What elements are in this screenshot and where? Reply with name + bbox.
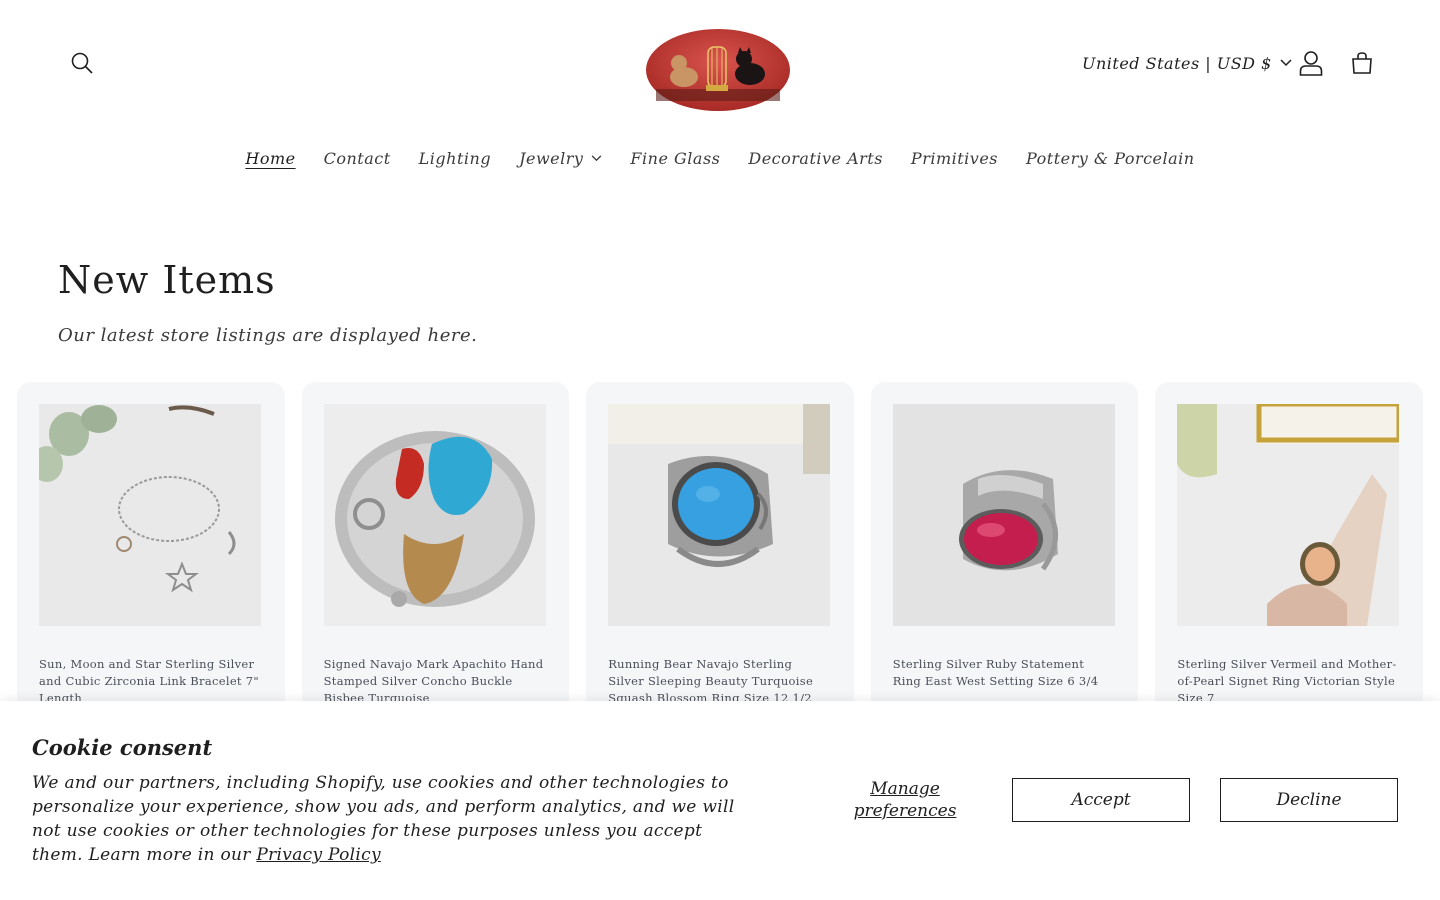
product-image[interactable] <box>323 404 546 626</box>
manage-preferences-link[interactable]: Manage preferences <box>850 778 960 822</box>
nav-item-fine-glass[interactable]: Fine Glass <box>616 149 734 168</box>
decline-button[interactable]: Decline <box>1220 778 1398 822</box>
product-title[interactable]: Sterling Silver Vermeil and Mother-of-Pe… <box>1177 656 1401 707</box>
product-title[interactable]: Signed Navajo Mark Apachito Hand Stamped… <box>324 656 548 707</box>
product-title[interactable]: Sterling Silver Ruby Statement Ring East… <box>893 656 1117 690</box>
country-selector[interactable]: United States | USD $ <box>1082 46 1292 80</box>
product-title[interactable]: Sun, Moon and Star Sterling Silver and C… <box>39 656 263 707</box>
product-grid: Sun, Moon and Star Sterling Silver and C… <box>17 382 1423 712</box>
product-image[interactable] <box>1177 404 1400 626</box>
chevron-down-icon <box>1280 59 1292 67</box>
accept-button[interactable]: Accept <box>1012 778 1190 822</box>
product-title[interactable]: Running Bear Navajo Sterling Silver Slee… <box>608 656 832 707</box>
nav-item-contact[interactable]: Contact <box>310 149 405 168</box>
privacy-policy-link[interactable]: Privacy Policy <box>256 845 380 865</box>
cookie-title: Cookie consent <box>32 735 213 760</box>
product-image[interactable] <box>892 404 1115 626</box>
chevron-down-icon <box>592 154 602 161</box>
country-selector-label: United States | USD $ <box>1082 53 1272 73</box>
nav-item-decorative-arts[interactable]: Decorative Arts <box>734 149 897 168</box>
product-image[interactable] <box>39 404 261 626</box>
cart-icon <box>1352 52 1372 74</box>
cookie-banner: Cookie consent We and our partners, incl… <box>0 701 1440 900</box>
search-button[interactable] <box>62 43 102 83</box>
section-title: New Items <box>58 258 276 302</box>
main-nav: Home Contact Lighting Jewelry Fine Glass… <box>0 140 1440 176</box>
search-icon <box>71 52 93 74</box>
store-logo[interactable] <box>646 29 790 111</box>
product-card[interactable]: Sterling Silver Vermeil and Mother-of-Pe… <box>1155 382 1423 712</box>
account-icon <box>1299 51 1323 76</box>
section-subtitle: Our latest store listings are displayed … <box>58 325 478 346</box>
nav-item-primitives[interactable]: Primitives <box>897 149 1012 168</box>
product-card[interactable]: Sun, Moon and Star Sterling Silver and C… <box>17 382 285 712</box>
account-button[interactable] <box>1291 43 1331 83</box>
nav-item-pottery-porcelain[interactable]: Pottery & Porcelain <box>1012 149 1209 168</box>
nav-item-jewelry[interactable]: Jewelry <box>505 149 616 168</box>
nav-item-jewelry-label: Jewelry <box>519 148 584 168</box>
product-image[interactable] <box>608 404 831 626</box>
cookie-body: We and our partners, including Shopify, … <box>32 773 735 865</box>
product-card[interactable]: Sterling Silver Ruby Statement Ring East… <box>870 382 1139 712</box>
site-header: United States | USD $ <box>0 0 1440 130</box>
nav-item-lighting[interactable]: Lighting <box>405 149 505 168</box>
nav-item-home[interactable]: Home <box>231 149 309 168</box>
product-card[interactable]: Running Bear Navajo Sterling Silver Slee… <box>586 382 854 712</box>
cookie-text: We and our partners, including Shopify, … <box>32 771 752 867</box>
cart-button[interactable] <box>1342 43 1382 83</box>
product-card[interactable]: Signed Navajo Mark Apachito Hand Stamped… <box>301 382 570 712</box>
